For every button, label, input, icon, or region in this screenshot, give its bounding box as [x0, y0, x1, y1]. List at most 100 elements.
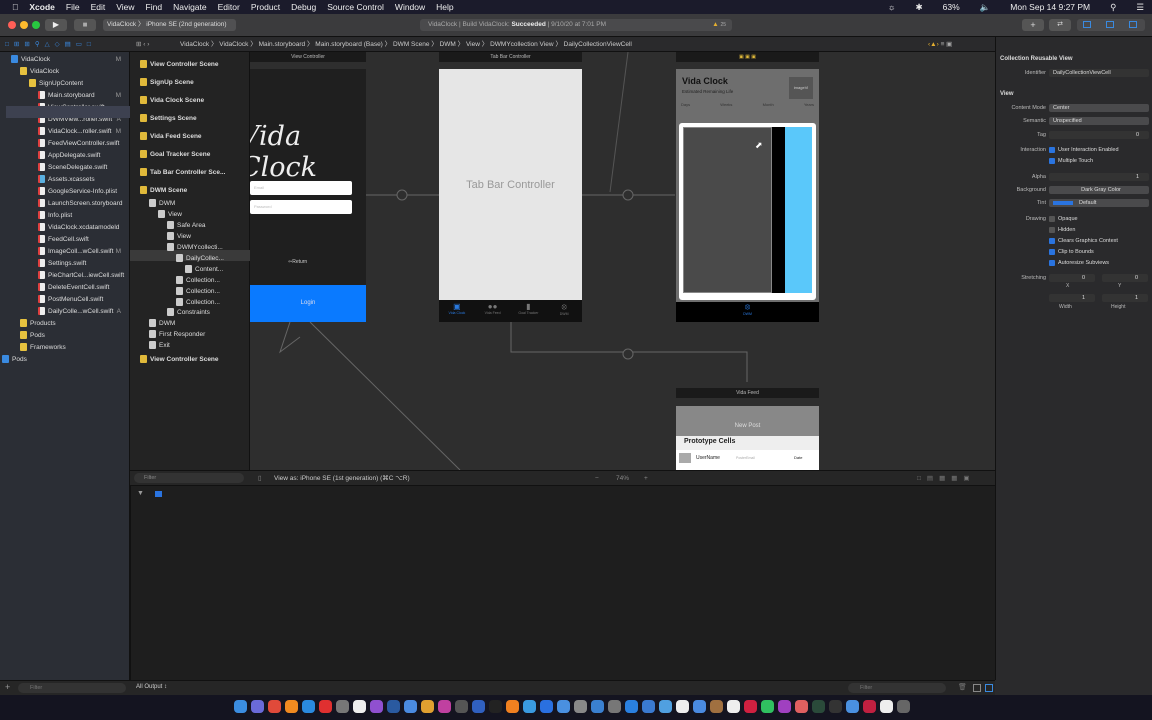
stretch-height-field[interactable]: 1: [1102, 294, 1148, 302]
add-file-button[interactable]: +: [5, 682, 10, 692]
navigator-item[interactable]: VidaClock M: [11, 54, 129, 66]
toggle-debug-icon[interactable]: [1106, 21, 1114, 28]
breadcrumb[interactable]: VidaClock 〉 VidaClock 〉 Main.storyboard …: [180, 37, 632, 52]
storyboard-canvas[interactable]: View Controller Vida Clock Email Passwor…: [250, 52, 995, 470]
dock-app-icon[interactable]: [268, 700, 281, 713]
navigator-item[interactable]: DailyColle...wCell.swift A: [38, 306, 129, 318]
dock-app-icon[interactable]: [591, 700, 604, 713]
outline-item[interactable]: Settings Scene: [140, 113, 197, 125]
navigator-item[interactable]: VidaClock...roller.swift M: [38, 126, 129, 138]
identifier-field[interactable]: DailyCollectionViewCell: [1049, 69, 1149, 77]
outline-item[interactable]: Vida Feed Scene: [140, 131, 202, 143]
library-button[interactable]: +: [1022, 19, 1044, 31]
dock-app-icon[interactable]: [438, 700, 451, 713]
outline-item[interactable]: Tab Bar Controller Sce...: [140, 167, 225, 179]
navigator-filter[interactable]: Filter: [18, 683, 126, 693]
outline-item[interactable]: Goal Tracker Scene: [140, 149, 210, 161]
dock-app-icon[interactable]: [744, 700, 757, 713]
navigator-item[interactable]: Settings.swift: [38, 258, 129, 270]
vida-feed-frame[interactable]: New Post Prototype Cells UserName Poster…: [676, 406, 819, 470]
dock-app-icon[interactable]: [285, 700, 298, 713]
crumb[interactable]: Main.storyboard (Base): [315, 41, 383, 48]
trash-icon[interactable]: 🗑: [958, 683, 967, 691]
alpha-field[interactable]: 1: [1049, 173, 1149, 181]
navigator-item[interactable]: GoogleService-Info.plist: [38, 186, 129, 198]
dock-app-icon[interactable]: [880, 700, 893, 713]
tab-bar-controller-frame[interactable]: Tab Bar Controller ▣ Vida Clock ●● Vida Fe…: [439, 69, 582, 322]
toggle-inspector-icon[interactable]: [1129, 21, 1137, 28]
hide-debug-icon[interactable]: ▼: [137, 490, 144, 497]
login-button[interactable]: Login: [250, 285, 366, 322]
dock-app-icon[interactable]: [659, 700, 672, 713]
outline-item[interactable]: SignUp Scene: [140, 77, 194, 89]
minimize-window-button[interactable]: [20, 21, 28, 29]
warning-icon[interactable]: ▲ 25: [712, 19, 726, 31]
menu-app[interactable]: Xcode: [29, 2, 55, 12]
stop-button[interactable]: ■: [74, 19, 96, 31]
outline-item[interactable]: DWM Scene: [140, 185, 187, 197]
return-button[interactable]: ⇦Return: [288, 259, 307, 265]
layout-tools[interactable]: □▤▦▦▣: [917, 471, 976, 486]
clock-label[interactable]: Mon Sep 14 9:27 PM: [1010, 2, 1090, 12]
dock-app-icon[interactable]: [557, 700, 570, 713]
navigator-item[interactable]: Pods: [2, 354, 129, 366]
opaque-checkbox[interactable]: Opaque: [1049, 215, 1078, 223]
crumb[interactable]: DWM: [440, 41, 456, 48]
toggle-navigator-icon[interactable]: [1083, 21, 1091, 28]
view-controller-frame[interactable]: Vida Clock Email Password ⇦Return Login: [250, 69, 366, 322]
navigator-item[interactable]: ImageColl...wCell.swift M: [38, 246, 129, 258]
navigator-item[interactable]: Main.storyboard M: [38, 90, 129, 102]
apple-icon[interactable]: : [12, 2, 18, 12]
user-interaction-checkbox[interactable]: User Interaction Enabled: [1049, 146, 1119, 154]
scheme-selector[interactable]: VidaClock 〉 iPhone SE (2nd generation): [103, 19, 236, 31]
navigator-item[interactable]: VidaClock.xcdatamodeld: [38, 222, 129, 234]
outline-item[interactable]: View Controller Scene: [140, 354, 219, 366]
crumb[interactable]: VidaClock: [180, 41, 209, 48]
crumb[interactable]: Main.storyboard: [259, 41, 306, 48]
dock-app-icon[interactable]: [625, 700, 638, 713]
menu-edit[interactable]: Edit: [91, 2, 106, 12]
email-field[interactable]: Email: [250, 181, 352, 195]
navigator-item[interactable]: Products: [20, 318, 129, 330]
navigator-item[interactable]: FeedViewController.swift: [38, 138, 129, 150]
menu-window[interactable]: Window: [395, 2, 425, 12]
collection-view[interactable]: [679, 123, 816, 300]
back-forward-icons[interactable]: ⊞ ‹ ›: [136, 37, 149, 52]
menu-file[interactable]: File: [66, 2, 80, 12]
dock-app-icon[interactable]: [829, 700, 842, 713]
dock-app-icon[interactable]: [846, 700, 859, 713]
content-mode-select[interactable]: Center: [1049, 104, 1149, 112]
dwm-scene-dock[interactable]: ▣ ▣ ▣: [676, 52, 819, 62]
menu-navigate[interactable]: Navigate: [173, 2, 207, 12]
navigator-item[interactable]: AppDelegate.swift: [38, 150, 129, 162]
semantic-select[interactable]: Unspecified: [1049, 117, 1149, 125]
menu-view[interactable]: View: [116, 2, 134, 12]
navigator-item[interactable]: LaunchScreen.storyboard: [38, 198, 129, 210]
split-right-icon[interactable]: [985, 684, 993, 692]
zoom-in-button[interactable]: +: [644, 471, 648, 486]
menu-find[interactable]: Find: [146, 2, 163, 12]
dock-app-icon[interactable]: [404, 700, 417, 713]
tab-vida-clock[interactable]: ▣ Vida Clock: [439, 300, 475, 322]
control-center-icon[interactable]: ☰: [1136, 2, 1144, 13]
dock-app-icon[interactable]: [608, 700, 621, 713]
tab-vida-feed[interactable]: ●● Vida Feed: [475, 300, 511, 322]
daily-collection-cell[interactable]: [683, 127, 772, 293]
dwm-tab-bar[interactable]: ⦻ DWM: [676, 302, 819, 322]
dock-app-icon[interactable]: [795, 700, 808, 713]
dock-app-icon[interactable]: [234, 700, 247, 713]
background-color-select[interactable]: Dark Gray Color: [1049, 186, 1149, 194]
navigator-item[interactable]: Assets.xcassets: [38, 174, 129, 186]
new-post-button[interactable]: New Post: [676, 406, 819, 436]
zoom-window-button[interactable]: [32, 21, 40, 29]
output-selector[interactable]: All Output ↕: [136, 684, 167, 690]
crumb[interactable]: VidaClock: [219, 41, 248, 48]
dock-app-icon[interactable]: [710, 700, 723, 713]
crumb[interactable]: DWMYcollection View: [490, 41, 553, 48]
dock-app-icon[interactable]: [574, 700, 587, 713]
menu-editor[interactable]: Editor: [218, 2, 240, 12]
volume-icon[interactable]: 🔈: [980, 2, 991, 13]
feed-cell[interactable]: UserName PosterEmail Date: [676, 450, 819, 470]
stretch-x-field[interactable]: 0: [1049, 274, 1095, 282]
close-window-button[interactable]: [8, 21, 16, 29]
